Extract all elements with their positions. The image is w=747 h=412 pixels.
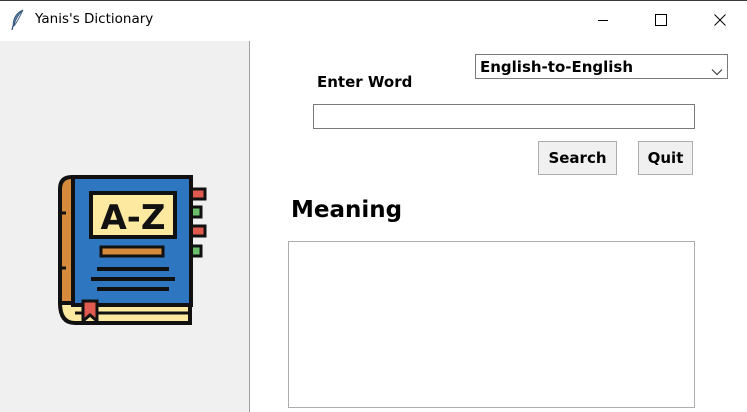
language-select[interactable]: English-to-English bbox=[475, 54, 728, 79]
meaning-label: Meaning bbox=[291, 197, 403, 223]
meaning-textbox[interactable] bbox=[288, 241, 695, 408]
app-window: Yanis's Dictionary A-Z English-to-Englis… bbox=[0, 0, 747, 412]
title-bar[interactable]: Yanis's Dictionary bbox=[0, 1, 747, 40]
chevron-down-icon bbox=[711, 62, 723, 76]
close-button[interactable] bbox=[697, 1, 743, 39]
quit-button[interactable]: Quit bbox=[638, 141, 693, 175]
maximize-button[interactable] bbox=[638, 1, 684, 39]
minimize-icon bbox=[597, 14, 609, 26]
language-select-value: English-to-English bbox=[480, 58, 634, 76]
search-button[interactable]: Search bbox=[538, 141, 617, 175]
feather-icon bbox=[10, 9, 26, 31]
window-title: Yanis's Dictionary bbox=[35, 11, 154, 27]
a-z-dictionary-book-icon: A-Z bbox=[55, 173, 210, 328]
word-input[interactable] bbox=[313, 104, 695, 129]
book-cover-text: A-Z bbox=[100, 198, 165, 238]
image-panel: A-Z bbox=[0, 41, 250, 412]
maximize-icon bbox=[655, 14, 667, 26]
minimize-button[interactable] bbox=[580, 1, 626, 39]
close-icon bbox=[714, 14, 726, 26]
enter-word-label: Enter Word bbox=[317, 73, 413, 91]
